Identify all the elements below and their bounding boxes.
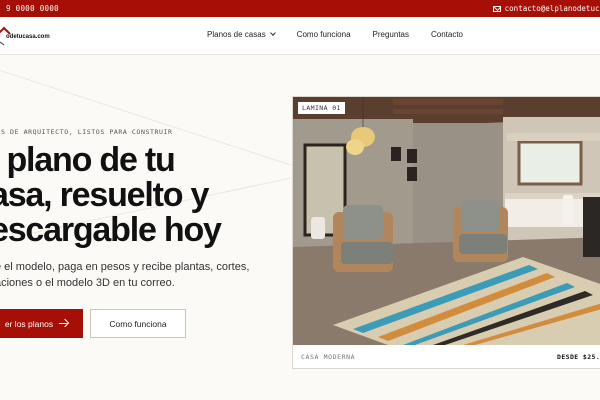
subtitle-line: aciones o el modelo 3D en tu correo. [0,277,175,289]
hero-subtitle: e el modelo, paga en pesos y recibe plan… [0,259,249,291]
top-bar: 9 0000 0000 contacto@elplanodetuca [0,0,600,17]
mail-icon [492,5,501,12]
view-plans-button[interactable]: er los planos [0,309,83,338]
email-text: contacto@elplanodetuca [504,4,600,13]
headline-line: l plano de tu [0,141,176,179]
logo-wordmark[interactable]: odetucasa.com [6,34,50,40]
phone-number[interactable]: 9 0000 0000 [6,4,59,13]
headline-line: escargable hoy [0,211,222,249]
navigation-bar: odetucasa.com Planos de casas Como funci… [0,17,600,55]
plan-price: DESDE $25. [557,353,600,361]
menu-item-label: Planos de casas [207,30,266,39]
menu-item-preguntas[interactable]: Preguntas [373,30,409,39]
chevron-down-icon [269,30,276,36]
main-menu: Planos de casas Como funciona Preguntas … [207,30,485,39]
email-link[interactable]: contacto@elplanodetuca [492,4,600,13]
featured-plan-card[interactable]: LAMINA 01 CASA MODERNA DESDE $25. [292,96,600,369]
hero-headline: l plano de tu asa, resuelto y escargable… [0,141,222,249]
how-it-works-button[interactable]: Como funciona [90,309,186,338]
menu-item-contacto[interactable]: Contacto [431,30,463,39]
menu-item-como-funciona[interactable]: Como funciona [297,30,351,39]
living-room-photo [293,97,600,345]
sheet-label: LAMINA 01 [298,102,345,114]
headline-line: asa, resuelto y [0,176,209,214]
subtitle-line: e el modelo, paga en pesos y recibe plan… [0,261,250,273]
menu-item-planos[interactable]: Planos de casas [207,30,276,39]
arrow-right-icon [59,323,69,324]
plan-caption: CASA MODERNA [301,353,356,361]
hero-eyebrow: NOS DE ARQUITECTO, LISTOS PARA CONSTRUIR [0,128,173,136]
view-plans-label: er los planos [4,318,54,329]
